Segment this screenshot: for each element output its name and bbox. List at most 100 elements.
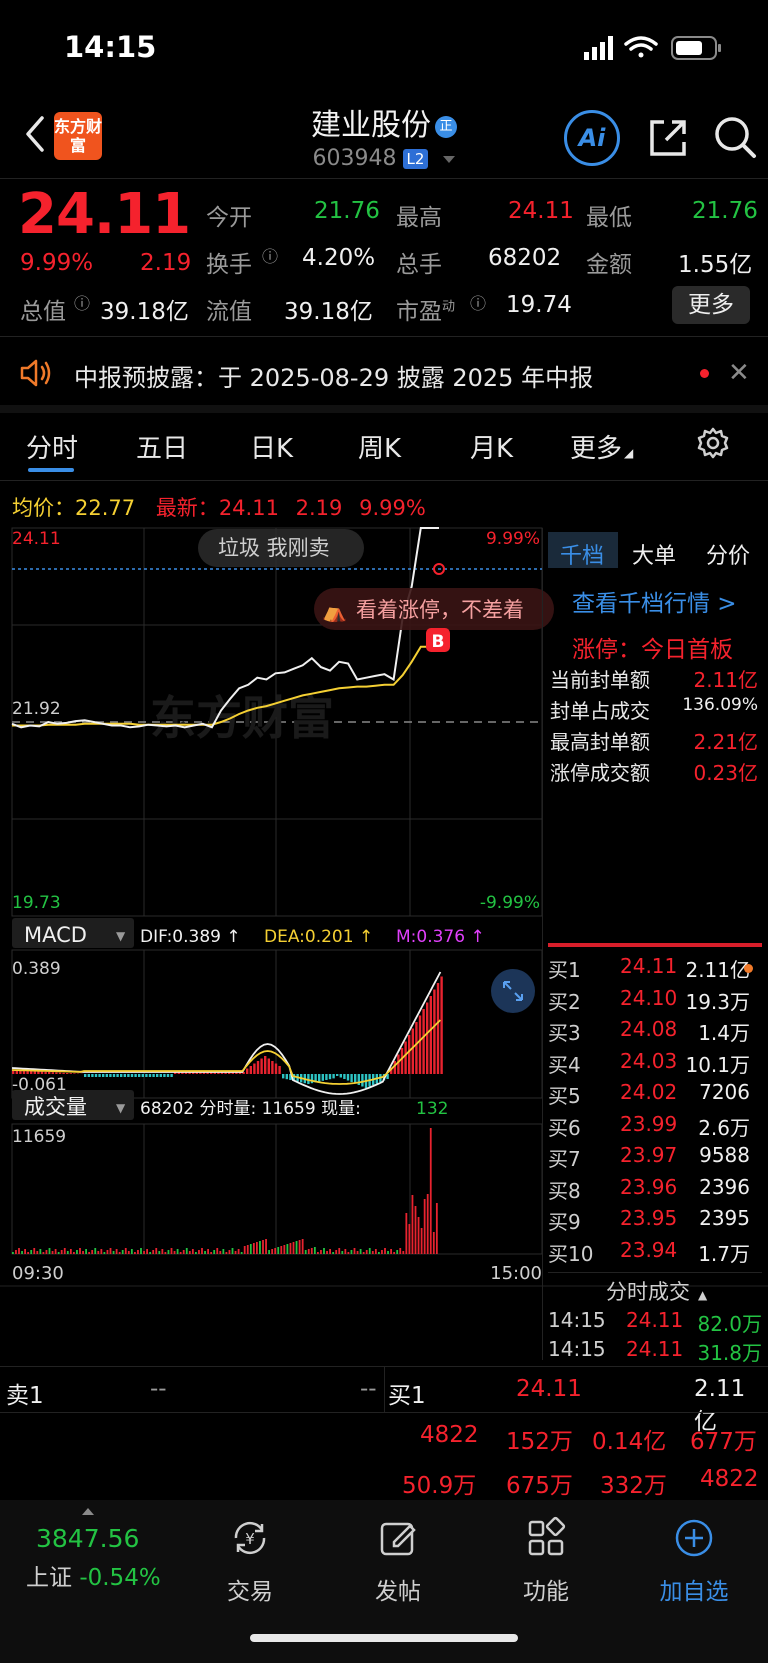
- ticks-title[interactable]: 分时成交 ▲: [606, 1276, 707, 1306]
- nav-add-watchlist[interactable]: 加自选: [634, 1516, 754, 1606]
- home-indicator[interactable]: [250, 1634, 518, 1642]
- info-icon[interactable]: ⓘ: [262, 243, 278, 267]
- volume-bar: [109, 1248, 112, 1254]
- volume-bar: [237, 1249, 240, 1254]
- volume-bar: [222, 1249, 225, 1254]
- volume-bar: [103, 1252, 106, 1254]
- macd-bar: [246, 1068, 249, 1074]
- macd-bar: [321, 1074, 324, 1081]
- bid1-dot: [744, 964, 753, 973]
- ai-button[interactable]: Ai: [564, 110, 620, 166]
- sell1-price: --: [150, 1376, 167, 1402]
- order-stat: 4822: [700, 1466, 759, 1492]
- bid-price: 24.10: [620, 985, 678, 1010]
- more-button[interactable]: 更多: [672, 286, 750, 324]
- tab-intraday[interactable]: 分时: [26, 428, 78, 465]
- tab-big-orders[interactable]: 大单: [632, 538, 676, 570]
- macd-bar: [339, 1074, 342, 1078]
- volume-grid: [11, 1123, 543, 1255]
- tab-5day[interactable]: 五日: [136, 428, 188, 465]
- bid-row[interactable]: 买9 23.95 2395: [548, 1206, 762, 1236]
- macd-bar: [249, 1066, 252, 1074]
- grid-icon: [528, 1516, 566, 1556]
- volume-bar: [286, 1244, 289, 1254]
- pe-label: 市盈动: [396, 299, 456, 325]
- volume-bar: [45, 1250, 48, 1254]
- bid-row[interactable]: 买4 24.03 10.1万: [548, 1049, 762, 1079]
- macd-bar: [69, 1073, 72, 1074]
- bid-row[interactable]: 买8 23.96 2396: [548, 1175, 762, 1205]
- macd-bar: [328, 1074, 332, 1080]
- turnover-label: 换手: [206, 252, 252, 278]
- volume-bar: [432, 1232, 435, 1254]
- view-book-link[interactable]: 查看千档行情 >: [572, 584, 737, 618]
- bid-price: 24.03: [620, 1048, 678, 1073]
- gear-icon[interactable]: [696, 426, 730, 460]
- bid-row[interactable]: 买6 23.99 2.6万: [548, 1112, 762, 1142]
- macd-bar: [141, 1074, 144, 1077]
- bid-row[interactable]: 买5 24.02 7206: [548, 1080, 762, 1110]
- share-icon[interactable]: [646, 116, 690, 160]
- macd-bar: [404, 1041, 407, 1074]
- nav-label: 交易: [227, 1579, 273, 1605]
- bid-row[interactable]: 买3 24.08 1.4万: [548, 1017, 762, 1047]
- tab-daily[interactable]: 日K: [250, 428, 293, 465]
- volume-bar: [411, 1195, 414, 1254]
- notice-text[interactable]: 中报预披露：于 2025-08-29 披露 2025 年中报: [74, 358, 593, 393]
- info-icon[interactable]: ⓘ: [470, 290, 486, 314]
- nav-trade[interactable]: ¥ 交易: [190, 1516, 310, 1606]
- divider: [0, 336, 768, 337]
- macd-bar: [436, 983, 440, 1074]
- macd-bar: [260, 1058, 263, 1074]
- info-icon[interactable]: ⓘ: [74, 290, 90, 314]
- current-price: 24.11: [18, 182, 191, 247]
- bid-price: 23.94: [620, 1237, 678, 1262]
- nav-functions[interactable]: 功能: [486, 1516, 606, 1606]
- macd-bar: [415, 1022, 418, 1074]
- macd-bar: [433, 989, 436, 1074]
- bid-row[interactable]: 买1 24.11 2.11亿: [548, 954, 762, 984]
- level2-badge: L2: [402, 149, 429, 169]
- volume-bar: [402, 1251, 405, 1254]
- volume-bar: [335, 1250, 338, 1254]
- close-icon[interactable]: ✕: [728, 358, 750, 388]
- tab-monthly[interactable]: 月K: [470, 428, 513, 465]
- tab-level-book[interactable]: 千档: [560, 538, 604, 570]
- index-value[interactable]: 3847.56: [36, 1524, 139, 1553]
- search-icon[interactable]: [712, 114, 758, 160]
- cellular-signal-icon: [584, 36, 613, 60]
- volume-bar: [387, 1251, 389, 1254]
- index-ticker[interactable]: 上证 -0.54%: [26, 1558, 161, 1592]
- bid-row[interactable]: 买7 23.97 9588: [548, 1143, 762, 1173]
- limit-up-title: 涨停：今日首板: [572, 637, 733, 663]
- volume-bar: [271, 1249, 274, 1254]
- bid-row[interactable]: 买10 23.94 1.7万: [548, 1238, 762, 1268]
- order-stat: 152万: [506, 1429, 573, 1455]
- volume-bar: [301, 1239, 304, 1254]
- macd-bar: [271, 1061, 274, 1074]
- macd-bar: [123, 1074, 126, 1077]
- tab-price-dist[interactable]: 分价: [706, 538, 750, 570]
- nav-post[interactable]: 发帖: [338, 1516, 458, 1606]
- volume-bar: [60, 1250, 63, 1254]
- macd-bar: [51, 1072, 54, 1074]
- volume-bar: [280, 1246, 283, 1254]
- svg-text:看着涨停，不差着: 看着涨停，不差着: [356, 598, 524, 622]
- volume-bar: [198, 1250, 200, 1254]
- volume-bar: [429, 1128, 432, 1254]
- volume-bar: [378, 1252, 380, 1254]
- volume-bar: [310, 1248, 313, 1254]
- macd-bar: [66, 1073, 69, 1074]
- chevron-down-icon: [443, 155, 456, 163]
- volume-bar: [338, 1248, 341, 1254]
- volume-bar: [317, 1252, 319, 1254]
- order-stat: 677万: [690, 1429, 757, 1455]
- volume-bar: [82, 1251, 84, 1254]
- volume-bar: [396, 1250, 399, 1254]
- volume-bar: [79, 1248, 81, 1254]
- macd-bar: [40, 1071, 44, 1074]
- tab-more[interactable]: 更多 ◢: [570, 428, 633, 465]
- bid-row[interactable]: 买2 24.10 19.3万: [548, 986, 762, 1016]
- tab-weekly[interactable]: 周K: [358, 428, 401, 465]
- volume-bar: [66, 1251, 69, 1254]
